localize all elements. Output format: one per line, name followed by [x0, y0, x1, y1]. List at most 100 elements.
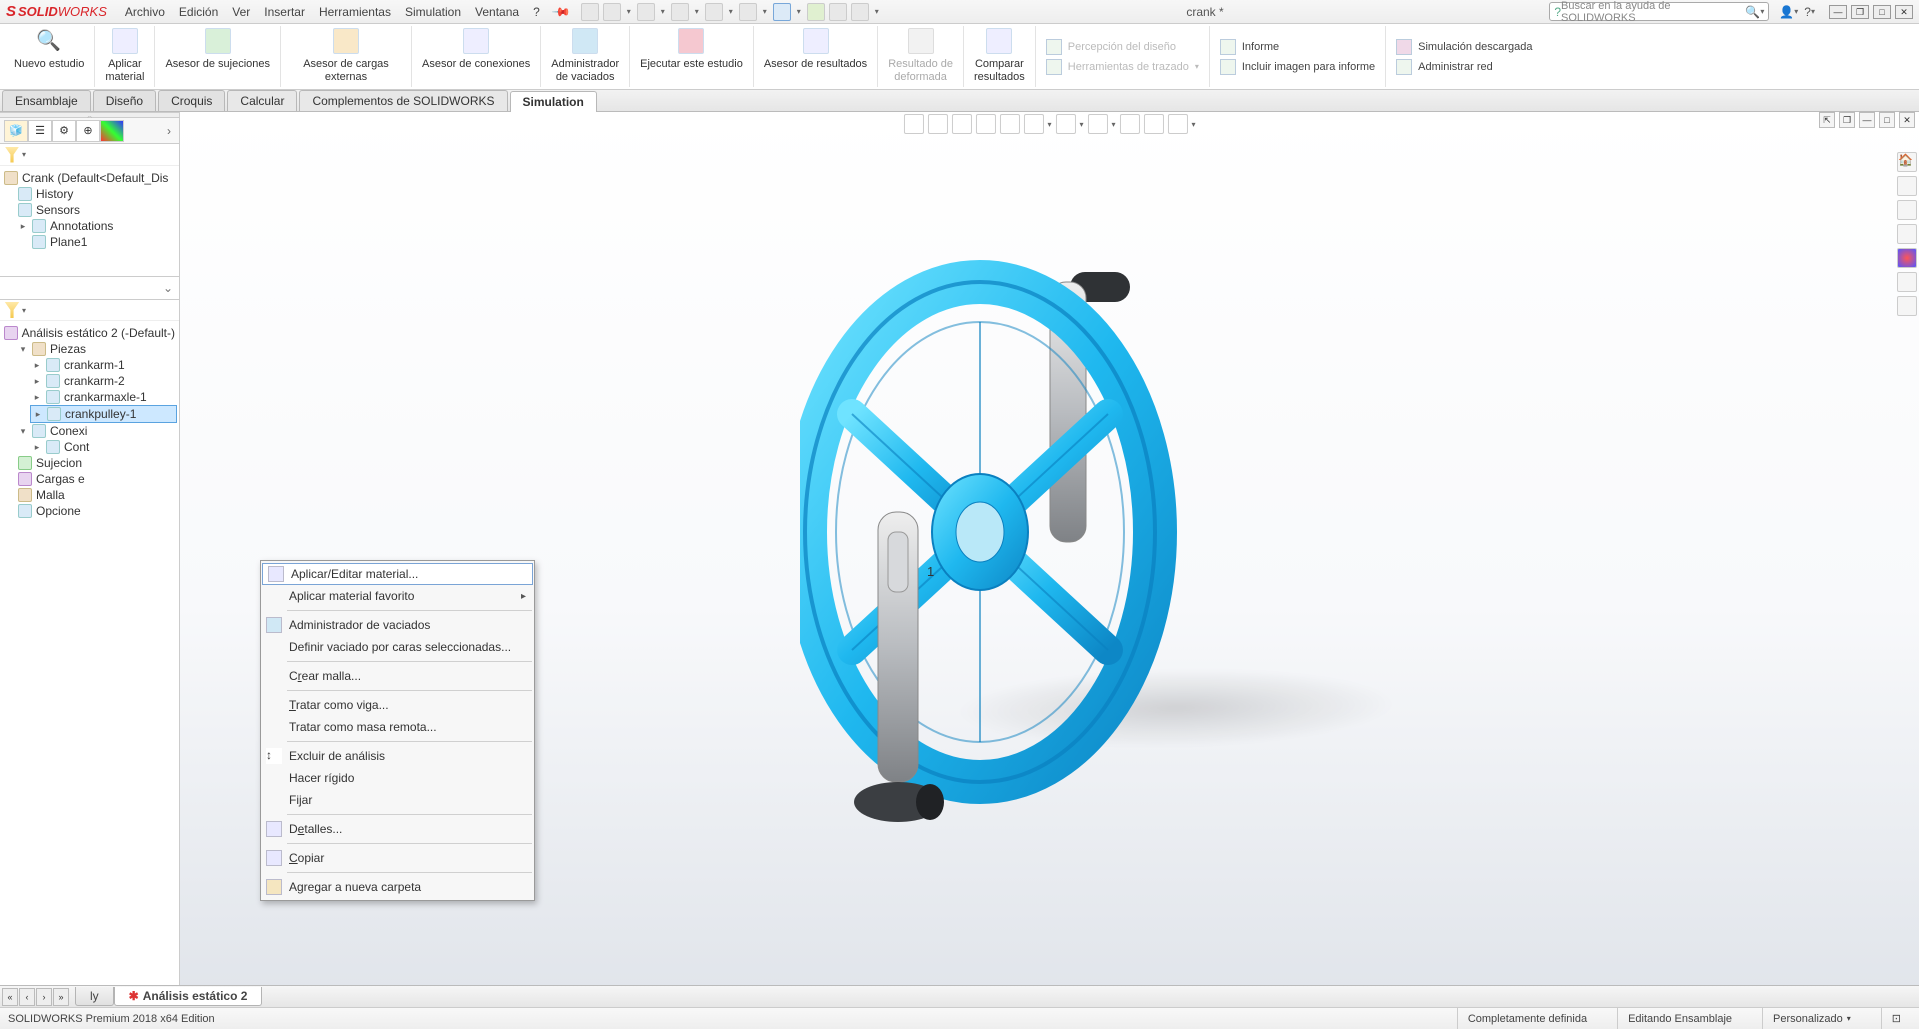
study-cargas[interactable]: Cargas e — [16, 471, 177, 487]
study-conexiones[interactable]: ▾Conexi — [16, 423, 177, 439]
ctx-admin-vaciados[interactable]: Administrador de vaciados — [261, 614, 534, 636]
qa-print-icon[interactable] — [705, 3, 723, 21]
ribbon-asesor-sujeciones[interactable]: Asesor de sujeciones — [155, 26, 281, 87]
menu-insertar[interactable]: Insertar — [264, 5, 305, 19]
vp-maximize-icon[interactable]: □ — [1879, 112, 1895, 128]
tree-scroll-down-icon[interactable]: ⌄ — [157, 277, 179, 299]
panel-tab-appearance-icon[interactable] — [100, 120, 124, 142]
menu-herramientas[interactable]: Herramientas — [319, 5, 391, 19]
ribbon-admin-vaciados[interactable]: Administrador de vaciados — [541, 26, 630, 87]
ribbon-informe[interactable]: Informe — [1220, 39, 1375, 55]
vp-dock-icon[interactable]: ⇱ — [1819, 112, 1835, 128]
menu-pin-icon[interactable]: 📌 — [551, 1, 571, 21]
ribbon-incluir-imagen[interactable]: Incluir imagen para informe — [1220, 59, 1375, 75]
hud-appearance-icon[interactable] — [1088, 114, 1108, 134]
study-part-1[interactable]: ▸crankarm-1 — [30, 357, 177, 373]
graphics-viewport[interactable]: ▾ ▾ ▾ ▾ ⇱ ❐ — □ ✕ 🏠 — [180, 112, 1919, 1007]
tab-diseno[interactable]: Diseño — [93, 90, 156, 111]
taskpane-home-icon[interactable]: 🏠 — [1897, 152, 1917, 172]
status-custom[interactable]: Personalizado ▾ — [1762, 1008, 1861, 1029]
bottom-tab-study[interactable]: ✱Análisis estático 2 — [114, 987, 263, 1006]
hud-zoom-area-icon[interactable] — [927, 114, 947, 134]
study-root[interactable]: Análisis estático 2 (-Default-) — [2, 325, 177, 341]
hud-prev-view-icon[interactable] — [951, 114, 971, 134]
tab-scroll-first-icon[interactable]: « — [2, 988, 18, 1006]
qa-home-icon[interactable] — [581, 3, 599, 21]
filter-icon-2[interactable] — [4, 302, 20, 318]
maximize-button[interactable]: □ — [1873, 5, 1891, 19]
study-part-4-selected[interactable]: ▸crankpulley-1 — [30, 405, 177, 423]
ribbon-admin-red[interactable]: Administrar red — [1396, 59, 1532, 75]
tab-simulation[interactable]: Simulation — [510, 91, 597, 112]
hud-render-icon[interactable] — [1144, 114, 1164, 134]
tab-scroll-next-icon[interactable]: › — [36, 988, 52, 1006]
user-icon[interactable]: 👤 — [1779, 5, 1794, 19]
hud-section-icon[interactable] — [975, 114, 995, 134]
qa-rebuild-icon[interactable] — [807, 3, 825, 21]
study-piezas[interactable]: ▾Piezas — [16, 341, 177, 357]
panel-tab-dim-icon[interactable]: ⊕ — [76, 120, 100, 142]
close-button[interactable]: ✕ — [1895, 5, 1913, 19]
ctx-agregar-carpeta[interactable]: Agregar a nueva carpeta — [261, 876, 534, 898]
ctx-tratar-viga[interactable]: Tratar como viga... — [261, 694, 534, 716]
taskpane-explorer-icon[interactable] — [1897, 200, 1917, 220]
panel-tab-property-icon[interactable]: ☰ — [28, 120, 52, 142]
help-search[interactable]: ? Buscar en la ayuda de SOLIDWORKS 🔍▾ — [1549, 2, 1769, 21]
taskpane-view-icon[interactable] — [1897, 224, 1917, 244]
hud-view-settings-icon[interactable] — [1168, 114, 1188, 134]
ctx-fijar[interactable]: Fijar — [261, 789, 534, 811]
ctx-copiar[interactable]: Copiar — [261, 847, 534, 869]
ribbon-asesor-resultados[interactable]: Asesor de resultados — [754, 26, 878, 87]
qa-select-icon[interactable] — [773, 3, 791, 21]
taskpane-custom-icon[interactable] — [1897, 272, 1917, 292]
menu-ventana[interactable]: Ventana — [475, 5, 519, 19]
panel-expand-icon[interactable]: › — [163, 124, 175, 138]
menu-ver[interactable]: Ver — [232, 5, 250, 19]
menu-simulation[interactable]: Simulation — [405, 5, 461, 19]
qa-save-icon[interactable] — [671, 3, 689, 21]
restore-button[interactable]: ❐ — [1851, 5, 1869, 19]
ribbon-sim-descargada[interactable]: Simulación descargada — [1396, 39, 1532, 55]
taskpane-appearance-icon[interactable] — [1897, 248, 1917, 268]
study-contacto[interactable]: ▸Cont — [30, 439, 177, 455]
ctx-crear-malla[interactable]: Crear malla... — [261, 665, 534, 687]
ctx-aplicar-editar-material[interactable]: Aplicar/Editar material... — [262, 563, 533, 585]
study-part-2[interactable]: ▸crankarm-2 — [30, 373, 177, 389]
tab-scroll-last-icon[interactable]: » — [53, 988, 69, 1006]
tab-scroll-prev-icon[interactable]: ‹ — [19, 988, 35, 1006]
ctx-excluir[interactable]: ↕Excluir de análisis — [261, 745, 534, 767]
tab-calcular[interactable]: Calcular — [227, 90, 297, 111]
panel-tab-feature-icon[interactable]: 🧊 — [4, 120, 28, 142]
study-sujeciones[interactable]: Sujecion — [16, 455, 177, 471]
model-3d[interactable]: 1 — [800, 242, 1230, 842]
qa-undo-icon[interactable] — [739, 3, 757, 21]
qa-new-icon[interactable] — [603, 3, 621, 21]
tree-sensors[interactable]: Sensors — [16, 202, 177, 218]
minimize-button[interactable]: — — [1829, 5, 1847, 19]
vp-restore-icon[interactable]: ❐ — [1839, 112, 1855, 128]
tree-root[interactable]: Crank (Default<Default_Dis — [2, 170, 177, 186]
tab-complementos[interactable]: Complementos de SOLIDWORKS — [299, 90, 507, 111]
menu-archivo[interactable]: Archivo — [125, 5, 165, 19]
tree-plane1[interactable]: Plane1 — [30, 234, 177, 250]
qa-settings-icon[interactable] — [851, 3, 869, 21]
hud-view-orient-icon[interactable] — [999, 114, 1019, 134]
panel-tab-config-icon[interactable]: ⚙ — [52, 120, 76, 142]
qa-open-icon[interactable] — [637, 3, 655, 21]
hud-scene-icon[interactable] — [1120, 114, 1140, 134]
hud-zoom-icon[interactable] — [903, 114, 923, 134]
taskpane-forum-icon[interactable] — [1897, 296, 1917, 316]
tree-annotations[interactable]: ▸Annotations — [16, 218, 177, 234]
ctx-detalles[interactable]: Detalles... — [261, 818, 534, 840]
bottom-tab-model[interactable]: ly — [75, 987, 114, 1006]
search-icon[interactable]: 🔍 — [1745, 5, 1760, 19]
study-malla[interactable]: Malla — [16, 487, 177, 503]
status-units-icon[interactable]: ⊡ — [1881, 1008, 1911, 1029]
ribbon-asesor-conexiones[interactable]: Asesor de conexiones — [412, 26, 541, 87]
hud-hide-show-icon[interactable] — [1055, 114, 1075, 134]
tree-history[interactable]: History — [16, 186, 177, 202]
ribbon-comparar[interactable]: Comparar resultados — [964, 26, 1036, 87]
ctx-definir-vaciado[interactable]: Definir vaciado por caras seleccionadas.… — [261, 636, 534, 658]
ctx-tratar-masa-remota[interactable]: Tratar como masa remota... — [261, 716, 534, 738]
ctx-aplicar-favorito[interactable]: Aplicar material favorito▸ — [261, 585, 534, 607]
